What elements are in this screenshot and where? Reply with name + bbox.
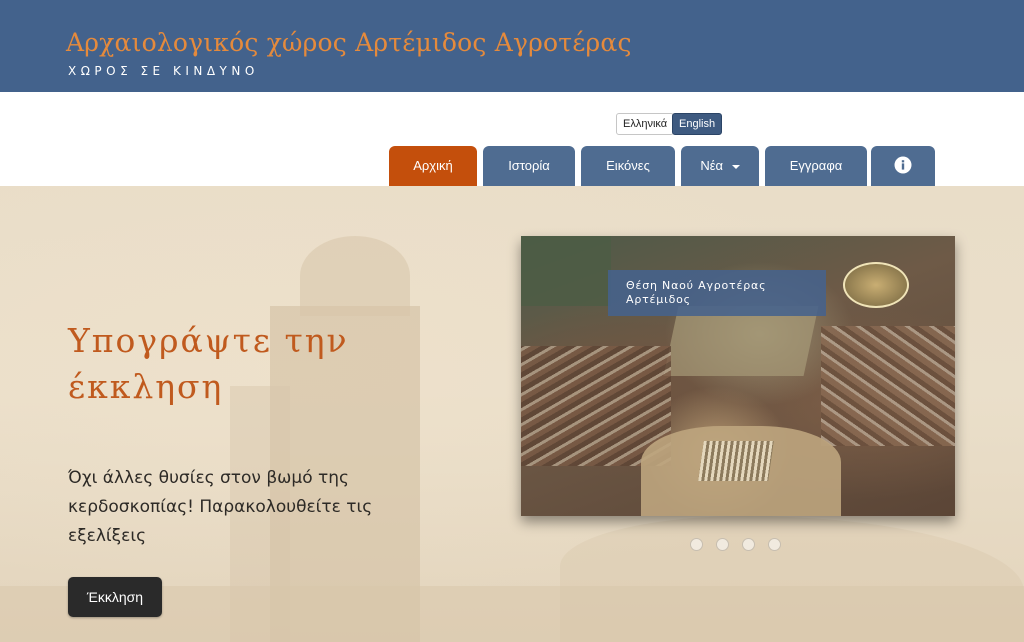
photo-parthenon bbox=[698, 441, 774, 481]
background-ruin-ridge bbox=[560, 516, 1024, 642]
carousel-dot-2[interactable] bbox=[716, 538, 729, 551]
language-greek-button[interactable]: Ελληνικά bbox=[616, 113, 675, 135]
photo-green-area bbox=[521, 236, 611, 306]
info-icon bbox=[894, 156, 912, 174]
site-title[interactable]: Αρχαιολογικός χώρος Αρτέμιδος Αγροτέρας bbox=[66, 28, 632, 57]
tab-images[interactable]: Εικόνες bbox=[581, 146, 675, 186]
hero-section: Υπογράψτε την έκκληση Όχι άλλες θυσίες σ… bbox=[0, 186, 1024, 642]
temple-location-badge bbox=[843, 262, 909, 308]
carousel-dot-4[interactable] bbox=[768, 538, 781, 551]
site-subtitle: ΧΩΡΟΣ ΣΕ ΚΙΝΔΥΝΟ bbox=[68, 64, 259, 78]
background-ruin-roof bbox=[300, 236, 410, 316]
carousel-dot-1[interactable] bbox=[690, 538, 703, 551]
appeal-button[interactable]: Έκκληση bbox=[68, 577, 162, 617]
carousel-caption: Θέση Ναού Αγροτέρας Αρτέμιδος bbox=[608, 270, 826, 316]
site-header: Αρχαιολογικός χώρος Αρτέμιδος Αγροτέρας … bbox=[0, 0, 1024, 92]
tab-news[interactable]: Νέα bbox=[681, 146, 759, 186]
photo-city-blocks-right bbox=[821, 326, 955, 446]
tab-home[interactable]: Αρχική bbox=[389, 146, 477, 186]
tab-home-label: Αρχική bbox=[413, 158, 453, 173]
tab-documents-label: Εγγραφα bbox=[789, 158, 843, 173]
tab-news-label: Νέα bbox=[700, 158, 724, 173]
photo-temple-grounds bbox=[663, 306, 819, 376]
tab-info[interactable] bbox=[871, 146, 935, 186]
language-english-button[interactable]: English bbox=[672, 113, 723, 135]
carousel-dot-3[interactable] bbox=[742, 538, 755, 551]
tab-history-label: Ιστορία bbox=[508, 158, 550, 173]
tab-documents[interactable]: Εγγραφα bbox=[765, 146, 867, 186]
tab-images-label: Εικόνες bbox=[606, 158, 650, 173]
hero-title: Υπογράψτε την έκκληση bbox=[68, 321, 349, 406]
hero-description: Όχι άλλες θυσίες στον βωμό της κερδοσκοπ… bbox=[68, 468, 373, 546]
carousel-slide-aerial-photo[interactable]: Θέση Ναού Αγροτέρας Αρτέμιδος bbox=[521, 236, 955, 516]
caret-down-icon bbox=[731, 164, 740, 169]
tab-history[interactable]: Ιστορία bbox=[483, 146, 575, 186]
